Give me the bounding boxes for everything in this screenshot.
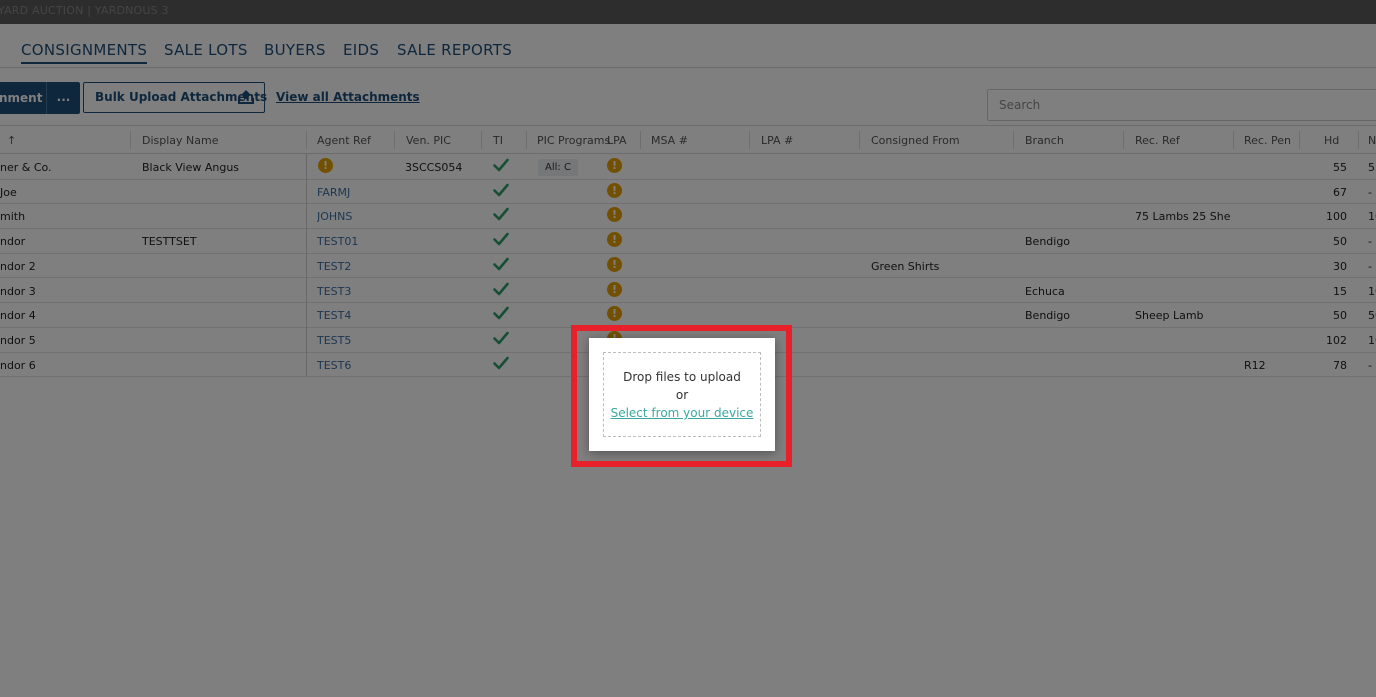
select-from-device-link[interactable]: Select from your device (604, 404, 760, 423)
upload-dialog: Drop files to upload or Select from your… (589, 338, 775, 451)
drop-files-text: Drop files to upload (623, 370, 741, 384)
file-drop-zone[interactable]: Drop files to upload or Select from your… (603, 352, 761, 437)
or-text: or (675, 388, 689, 402)
